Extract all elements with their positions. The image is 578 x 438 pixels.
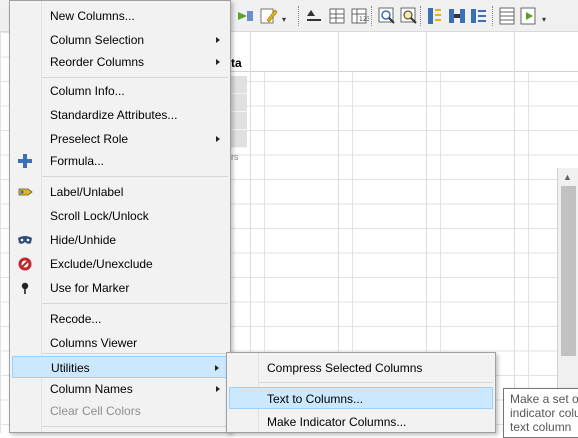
column-cells — [229, 76, 247, 148]
split-table-icon[interactable] — [468, 5, 488, 25]
menu-item-label: Formula... — [50, 154, 105, 168]
label-tag-icon — [17, 184, 33, 200]
exclude-icon — [17, 256, 33, 272]
edit-pencil-icon[interactable] — [258, 5, 278, 25]
numeric-table-icon[interactable]: 123 — [348, 5, 371, 25]
menu-item-column-names[interactable]: Column Names — [12, 378, 228, 400]
submenu-arrow-icon — [216, 59, 220, 65]
menu-item-label: Recode... — [50, 312, 102, 326]
menu-separator — [42, 77, 228, 78]
toolbar-separator — [371, 6, 372, 26]
data-table-icon[interactable] — [496, 5, 516, 25]
dropdown-arrow-icon[interactable]: ▾ — [282, 15, 286, 24]
menu-item-scroll-lock[interactable]: Scroll Lock/Unlock — [12, 205, 228, 227]
menu-item-label: Column Selection — [50, 33, 145, 47]
marker-pin-icon — [17, 280, 33, 296]
menu-item-label: Hide/Unhide — [50, 233, 117, 247]
menu-item-label: Use for Marker — [50, 281, 130, 295]
find-icon[interactable] — [398, 5, 418, 25]
svg-text:123: 123 — [359, 16, 369, 23]
submenu-item-label: Text to Columns... — [267, 392, 364, 406]
stack-columns-icon[interactable] — [424, 5, 444, 25]
run-report-icon[interactable] — [518, 5, 538, 25]
submenu-arrow-icon — [216, 136, 220, 142]
menu-separator — [42, 426, 228, 427]
run-script-icon[interactable] — [234, 5, 254, 25]
submenu-item-label: Compress Selected Columns — [267, 361, 423, 375]
menu-item-label: Reorder Columns — [50, 55, 145, 69]
menu-item-utilities[interactable]: Utilities — [12, 356, 228, 378]
column-header-row — [228, 32, 578, 72]
menu-item-columns-viewer[interactable]: Columns Viewer — [12, 332, 228, 354]
menu-item-label: Utilities — [51, 361, 90, 375]
menu-item-formula[interactable]: Formula... — [12, 150, 228, 172]
column-header-name[interactable]: ta — [231, 56, 242, 70]
toolbar-separator — [298, 6, 299, 26]
menu-item-label: Exclude/Unexclude — [50, 257, 153, 271]
menu-separator — [42, 176, 228, 177]
submenu-arrow-icon — [216, 37, 220, 43]
mask-icon — [17, 232, 33, 248]
menu-item-new-columns[interactable]: New Columns... — [12, 5, 228, 27]
submenu-arrow-icon — [216, 386, 220, 392]
submenu-item-text-to-columns[interactable]: Text to Columns... — [229, 387, 493, 409]
menu-item-label: Clear Cell Colors — [50, 404, 141, 418]
menu-separator — [42, 353, 228, 354]
scroll-up-arrow-icon[interactable]: ▲ — [563, 172, 572, 182]
join-tables-icon[interactable] — [446, 5, 466, 25]
utilities-submenu: Compress Selected Columns Text to Column… — [226, 352, 496, 433]
menu-item-preselect-role[interactable]: Preselect Role — [12, 128, 228, 150]
menu-separator — [259, 382, 493, 383]
column-context-menu: New Columns... Column Selection Reorder … — [9, 0, 231, 433]
zoom-select-icon[interactable] — [376, 5, 396, 25]
menu-item-label: Columns Viewer — [50, 336, 138, 350]
menu-item-exclude-unexclude[interactable]: Exclude/Unexclude — [12, 253, 228, 275]
toolbar-separator — [492, 6, 493, 26]
menu-item-recode[interactable]: Recode... — [12, 308, 228, 330]
menu-item-label: Label/Unlabel — [50, 185, 124, 199]
menu-item-use-for-marker[interactable]: Use for Marker — [12, 277, 228, 299]
scrollbar-thumb[interactable] — [561, 186, 576, 356]
submenu-item-label: Make Indicator Columns... — [267, 415, 407, 429]
dropdown-arrow-icon[interactable]: ▾ — [542, 15, 546, 24]
plus-icon — [17, 153, 33, 169]
submenu-arrow-icon — [215, 365, 219, 371]
menu-item-label: New Columns... — [50, 9, 135, 23]
submenu-item-compress-selected-columns[interactable]: Compress Selected Columns — [229, 357, 493, 379]
menu-item-clear-cell-colors: Clear Cell Colors — [12, 400, 228, 422]
menu-item-label: Scroll Lock/Unlock — [50, 209, 149, 223]
grid-column-divider — [514, 32, 515, 433]
table-grid-icon[interactable] — [326, 5, 346, 25]
menu-item-column-info[interactable]: Column Info... — [12, 80, 228, 102]
menu-item-label: Column Names — [50, 382, 133, 396]
tooltip-line: Make a set of — [510, 392, 578, 406]
tooltip: Make a set of indicator colu text column — [503, 388, 578, 438]
menu-item-standardize-attributes[interactable]: Standardize Attributes... — [12, 104, 228, 126]
tooltip-line: text column — [510, 420, 572, 434]
menu-item-reorder-columns[interactable]: Reorder Columns — [12, 51, 228, 73]
menu-item-label: Column Info... — [50, 84, 125, 98]
menu-item-label: Standardize Attributes... — [50, 108, 178, 122]
column-subtext: rs — [231, 152, 239, 162]
menu-item-hide-unhide[interactable]: Hide/Unhide — [12, 229, 228, 251]
menu-separator — [42, 303, 228, 304]
menu-item-label-unlabel[interactable]: Label/Unlabel — [12, 181, 228, 203]
tooltip-line: indicator colu — [510, 406, 578, 420]
menu-item-label: Preselect Role — [50, 132, 129, 146]
toolbar-separator — [420, 6, 421, 26]
menu-item-column-selection[interactable]: Column Selection — [12, 29, 228, 51]
submenu-item-make-indicator-columns[interactable]: Make Indicator Columns... — [229, 411, 493, 433]
sort-icon[interactable] — [304, 5, 324, 25]
